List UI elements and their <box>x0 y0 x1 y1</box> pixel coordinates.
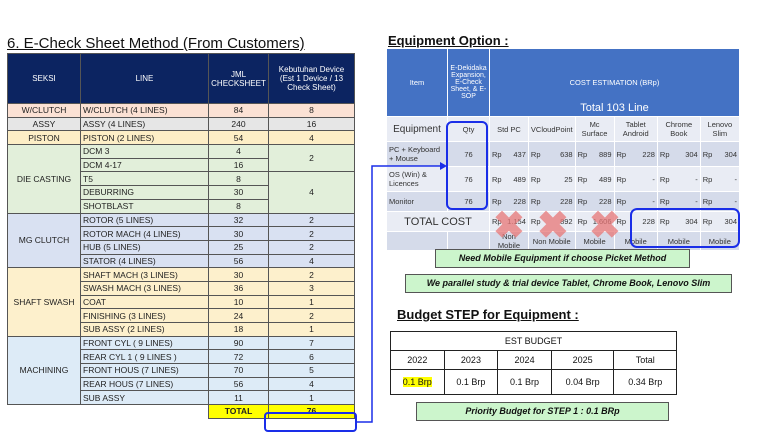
budget-value: 0.1 Brp <box>510 377 540 387</box>
note-trial: We parallel study & trial device Tablet,… <box>405 274 732 293</box>
budget-value: 0.1 Brp <box>456 377 486 387</box>
note-priority: Priority Budget for STEP 1 : 0.1 BRp <box>416 402 669 421</box>
budget-cell: 0.1 Brp <box>390 369 445 395</box>
budget-title: Budget STEP for Equipment : <box>397 307 579 322</box>
budget-cell: 0.1 Brp <box>497 369 552 395</box>
year-cell: 2023 <box>443 350 499 370</box>
year-cell: 2024 <box>497 350 552 370</box>
budget-table: EST BUDGET 2022 2023 2024 2025 Total 0.1 Brp 0… <box>390 331 677 395</box>
year-cell: 2025 <box>550 350 615 370</box>
budget-value: 0.34 Brp <box>628 377 663 387</box>
budget-value: 0.04 Brp <box>565 377 600 387</box>
budget-value: 0.1 Brp <box>402 377 432 387</box>
budget-cell: 0.04 Brp <box>550 369 615 395</box>
budget-header: EST BUDGET <box>390 331 677 351</box>
note-mobile: Need Mobile Equipment if choose Picket M… <box>435 249 690 268</box>
budget-cell: 0.1 Brp <box>443 369 499 395</box>
budget-cell: 0.34 Brp <box>613 369 677 395</box>
year-cell: 2022 <box>390 350 445 370</box>
year-cell: Total <box>613 350 677 370</box>
